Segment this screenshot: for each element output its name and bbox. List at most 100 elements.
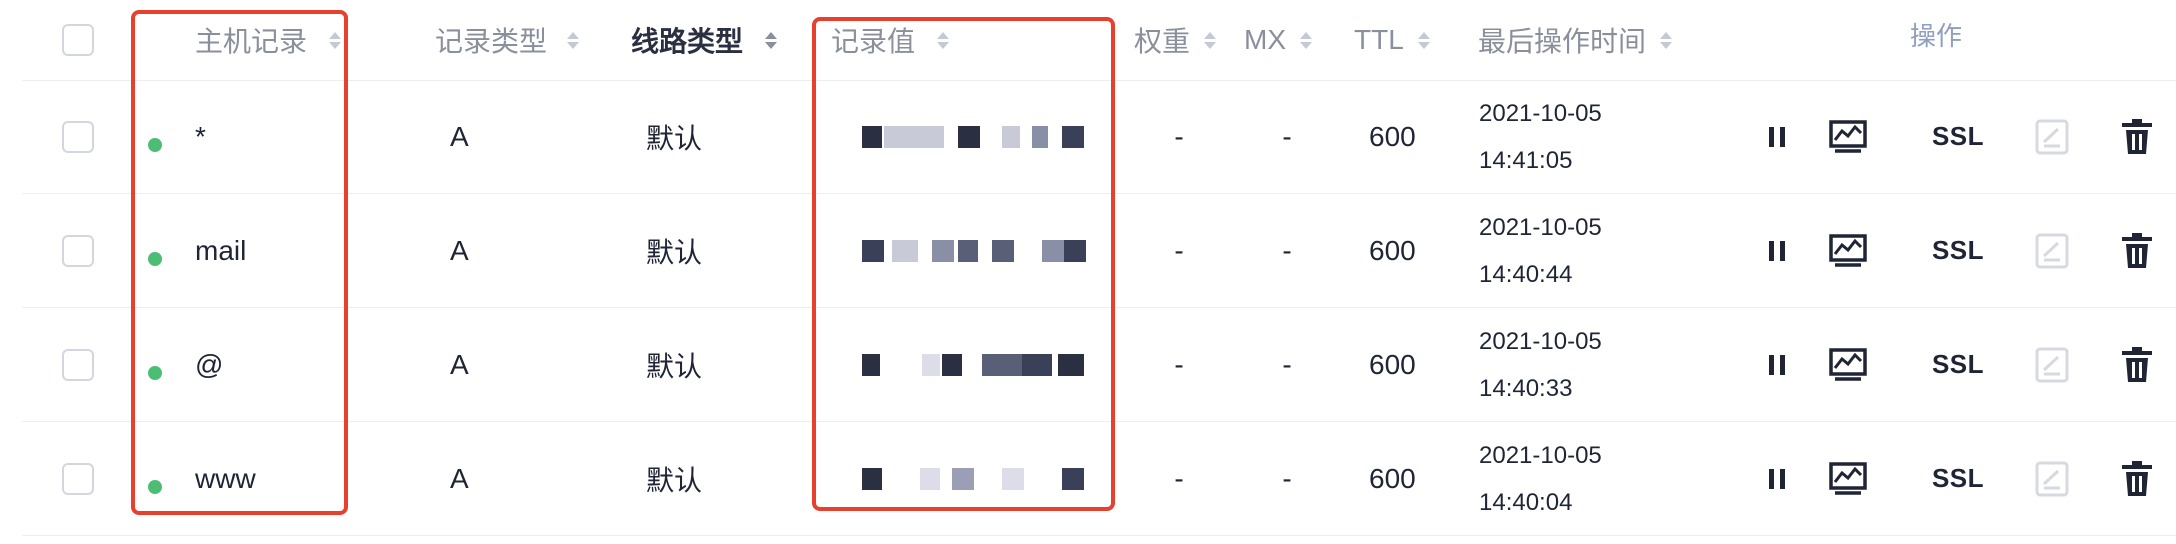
type-cell: A: [450, 422, 469, 535]
host-cell: @: [195, 308, 223, 421]
ssl-button[interactable]: SSL: [1928, 422, 1988, 535]
row-checkbox[interactable]: [62, 348, 94, 381]
line-cell: 默认: [646, 422, 702, 535]
redaction-block: [1062, 125, 1084, 148]
redaction-block: [1064, 239, 1086, 262]
edit-icon[interactable]: [2032, 80, 2072, 193]
row-checkbox-cell[interactable]: [62, 422, 94, 535]
weight-cell: -: [1164, 194, 1194, 307]
edit-icon[interactable]: [2032, 422, 2072, 535]
row-checkbox[interactable]: [62, 234, 94, 267]
monitor-icon[interactable]: [1824, 194, 1872, 307]
pause-icon[interactable]: [1757, 422, 1797, 535]
pause-icon[interactable]: [1757, 194, 1797, 307]
updated-cell: 2021-10-05 14:40:44: [1479, 194, 1602, 307]
redaction-block: [1002, 125, 1020, 148]
column-header-host-label: 主机记录: [195, 26, 308, 57]
sort-icon[interactable]: [1300, 31, 1312, 49]
updated-date: 2021-10-05: [1479, 213, 1602, 241]
column-header-line[interactable]: 线路类型: [631, 0, 778, 80]
redaction-block: [958, 125, 980, 148]
ssl-button[interactable]: SSL: [1928, 308, 1988, 421]
column-header-value[interactable]: 记录值: [831, 0, 950, 80]
mx-cell: -: [1272, 194, 1302, 307]
table-row[interactable]: www A 默认 - - 600 2021-10-05 14:40:04 SSL: [22, 422, 2176, 536]
select-all-checkbox[interactable]: [62, 24, 94, 56]
redaction-block: [920, 467, 940, 490]
trash-icon[interactable]: [2117, 194, 2157, 307]
redaction-block: [982, 353, 1022, 376]
column-header-weight-label: 权重: [1134, 26, 1191, 57]
row-checkbox-cell[interactable]: [62, 80, 94, 193]
pause-icon[interactable]: [1757, 308, 1797, 421]
trash-icon[interactable]: [2117, 80, 2157, 193]
host-cell: mail: [195, 194, 246, 307]
sort-icon[interactable]: [567, 31, 580, 49]
trash-icon[interactable]: [2117, 308, 2157, 421]
row-checkbox-cell[interactable]: [62, 308, 94, 421]
status-dot: [148, 138, 162, 152]
record-value-redacted: [862, 422, 1092, 535]
sort-icon[interactable]: [329, 31, 342, 49]
weight-value: -: [1174, 462, 1184, 494]
type-cell: A: [450, 194, 469, 307]
updated-time: 14:41:05: [1479, 146, 1573, 174]
pause-icon[interactable]: [1757, 80, 1797, 193]
column-header-host[interactable]: 主机记录: [195, 0, 342, 80]
table-row[interactable]: mail A 默认 - - 600 2021-10-05 14:40:44 SS…: [22, 194, 2176, 308]
host-value: mail: [195, 234, 247, 266]
column-header-ttl[interactable]: TTL: [1354, 0, 1430, 80]
trash-icon[interactable]: [2117, 422, 2157, 535]
line-value: 默认: [646, 464, 703, 496]
sort-icon[interactable]: [937, 31, 950, 49]
redaction-block: [1002, 467, 1024, 490]
weight-value: -: [1174, 348, 1184, 380]
sort-icon[interactable]: [765, 31, 778, 49]
updated-time: 14:40:33: [1479, 374, 1573, 402]
weight-cell: -: [1164, 308, 1194, 421]
column-header-updated-label: 最后操作时间: [1478, 26, 1647, 57]
redaction-block: [922, 353, 940, 376]
monitor-icon[interactable]: [1824, 80, 1872, 193]
updated-cell: 2021-10-05 14:41:05: [1479, 80, 1602, 193]
ttl-value: 600: [1369, 120, 1416, 152]
monitor-icon[interactable]: [1824, 308, 1872, 421]
mx-cell: -: [1272, 80, 1302, 193]
redaction-block: [1062, 467, 1084, 490]
redaction-block: [1058, 353, 1084, 376]
mx-value: -: [1282, 348, 1292, 380]
table-row[interactable]: @ A 默认 - - 600 2021-10-05 14:40:33 SSL: [22, 308, 2176, 422]
weight-value: -: [1174, 120, 1184, 152]
ssl-button[interactable]: SSL: [1928, 194, 1988, 307]
column-header-updated[interactable]: 最后操作时间: [1478, 0, 1673, 80]
ttl-value: 600: [1369, 348, 1416, 380]
sort-icon[interactable]: [1660, 31, 1673, 49]
column-header-mx[interactable]: MX: [1244, 0, 1312, 80]
redaction-block: [862, 467, 882, 490]
type-value: A: [450, 120, 469, 152]
monitor-icon[interactable]: [1824, 422, 1872, 535]
redaction-block: [1022, 353, 1052, 376]
select-all-checkbox-cell[interactable]: [62, 0, 94, 80]
table-row[interactable]: * A 默认 - - 600 2021-10-05 14:41:05 SSL: [22, 80, 2176, 194]
ssl-label: SSL: [1931, 349, 1985, 379]
column-header-type[interactable]: 记录类型: [435, 0, 580, 80]
type-value: A: [450, 234, 469, 266]
weight-cell: -: [1164, 422, 1194, 535]
column-header-ops-label: 操作: [1910, 21, 1963, 51]
ssl-button[interactable]: SSL: [1928, 80, 1988, 193]
column-header-weight[interactable]: 权重: [1134, 0, 1217, 80]
line-cell: 默认: [646, 80, 702, 193]
edit-icon[interactable]: [2032, 194, 2072, 307]
record-value-redacted: [862, 194, 1092, 307]
sort-icon[interactable]: [1204, 31, 1217, 49]
host-value: @: [195, 348, 224, 380]
row-checkbox-cell[interactable]: [62, 194, 94, 307]
row-checkbox[interactable]: [62, 462, 94, 495]
line-value: 默认: [646, 122, 703, 154]
host-cell: www: [195, 422, 256, 535]
edit-icon[interactable]: [2032, 308, 2072, 421]
ttl-cell: 600: [1369, 80, 1416, 193]
row-checkbox[interactable]: [62, 120, 94, 153]
sort-icon[interactable]: [1417, 31, 1430, 49]
